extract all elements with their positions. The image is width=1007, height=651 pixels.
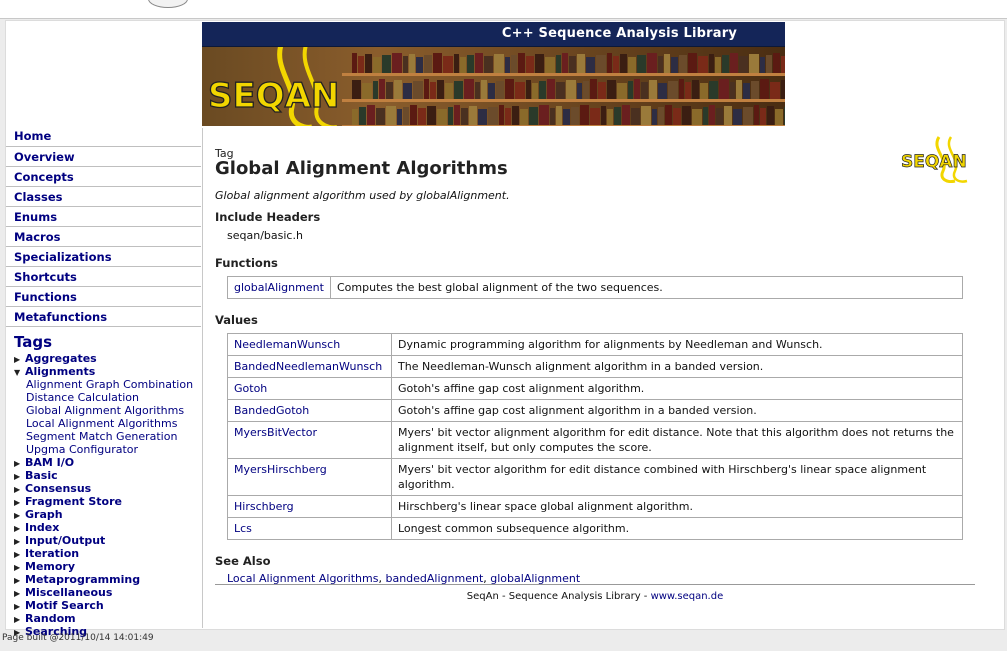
tag-subitem-distance-calculation[interactable]: Distance Calculation: [6, 391, 201, 404]
header-banner: C++ Sequence Analysis Library SEQAN: [202, 22, 785, 126]
value-row-name-cell: NeedlemanWunsch: [227, 333, 392, 356]
tags-heading: Tags: [14, 333, 53, 351]
build-timestamp: Page built @2011/10/14 14:01:49: [2, 633, 154, 643]
value-row-name-cell: Hirschberg: [227, 495, 392, 518]
tag-item-iteration[interactable]: ▶ Iteration: [6, 547, 201, 560]
value-row: Gotoh Gotoh's affine gap cost alignment a…: [227, 377, 963, 400]
column-divider: [202, 128, 203, 628]
nav-item-enums[interactable]: Enums: [6, 208, 201, 227]
tag-item-random[interactable]: ▶ Random: [6, 612, 201, 625]
value-row-name-cell: Gotoh: [227, 377, 392, 400]
nav-item-specializations[interactable]: Specializations: [6, 248, 201, 267]
value-row-description: Longest common subsequence algorithm.: [391, 517, 963, 540]
nav-item-functions[interactable]: Functions: [6, 288, 201, 307]
university-logo-icon: [148, 0, 188, 8]
tag-item-fragment-store[interactable]: ▶ Fragment Store: [6, 495, 201, 508]
see-also-heading: See Also: [215, 554, 271, 568]
page-title: Global Alignment Algorithms: [215, 158, 508, 179]
footer-website-link[interactable]: www.seqan.de: [651, 591, 724, 602]
banner-title: C++ Sequence Analysis Library: [501, 26, 737, 41]
tag-item-bam-i-o[interactable]: ▶ BAM I/O: [6, 456, 201, 469]
value-row-link-gotoh[interactable]: Gotoh: [234, 382, 267, 395]
browser-top-strip: [0, 0, 1007, 19]
nav-item-classes[interactable]: Classes: [6, 188, 201, 207]
tag-item-input-output[interactable]: ▶ Input/Output: [6, 534, 201, 547]
value-row: MyersBitVector Myers' bit vector alignmen…: [227, 421, 963, 459]
value-row-link-lcs[interactable]: Lcs: [234, 522, 252, 535]
footer-divider: [215, 584, 975, 585]
include-header-value: seqan/basic.h: [227, 229, 303, 242]
tag-item-graph[interactable]: ▶ Graph: [6, 508, 201, 521]
nav-item-home[interactable]: Home: [6, 128, 201, 147]
value-row-link-bandedneedlemanwunsch[interactable]: BandedNeedlemanWunsch: [234, 360, 382, 373]
tags-tree: ▶ Aggregates ▼ Alignments Alignment Graph …: [6, 352, 201, 638]
tag-subitem-upgma-configurator[interactable]: Upgma Configurator: [6, 443, 201, 456]
nav-item-shortcuts[interactable]: Shortcuts: [6, 268, 201, 287]
include-headers-heading: Include Headers: [215, 210, 321, 224]
functions-table: globalAlignment Computes the best global …: [227, 276, 963, 299]
tag-item-basic[interactable]: ▶ Basic: [6, 469, 201, 482]
value-row-name-cell: BandedNeedlemanWunsch: [227, 355, 392, 378]
value-row: BandedGotoh Gotoh's affine gap cost align…: [227, 399, 963, 422]
bookshelf-banner-image: SEQAN: [202, 47, 785, 126]
value-row-description: Dynamic programming algorithm for alignm…: [391, 333, 963, 356]
triangle-down-icon: ▼: [14, 368, 21, 377]
tag-item-alignments[interactable]: ▼ Alignments: [6, 365, 201, 378]
value-row-name-cell: Lcs: [227, 517, 392, 540]
tag-subitem-alignment-graph-combination[interactable]: Alignment Graph Combination: [6, 378, 201, 391]
value-row: BandedNeedlemanWunsch The Needleman-Wunsc…: [227, 355, 963, 378]
tag-subitem-local-alignment-algorithms[interactable]: Local Alignment Algorithms: [6, 417, 201, 430]
value-row-description: Gotoh's affine gap cost alignment algori…: [391, 399, 963, 422]
value-row-name-cell: MyersBitVector: [227, 421, 392, 459]
tag-item-consensus[interactable]: ▶ Consensus: [6, 482, 201, 495]
function-row-name-cell: globalAlignment: [227, 276, 331, 299]
value-row-description: Hirschberg's linear space global alignme…: [391, 495, 963, 518]
value-row-name-cell: MyersHirschberg: [227, 458, 392, 496]
value-row: Lcs Longest common subsequence algorithm.: [227, 517, 963, 540]
value-row: Hirschberg Hirschberg's linear space glob…: [227, 495, 963, 518]
tag-item-metaprogramming[interactable]: ▶ Metaprogramming: [6, 573, 201, 586]
tag-item-memory[interactable]: ▶ Memory: [6, 560, 201, 573]
function-row: globalAlignment Computes the best global …: [227, 276, 963, 299]
function-row-link-globalalignment[interactable]: globalAlignment: [234, 281, 324, 294]
main-content: Tag Global Alignment Algorithms Global a…: [215, 147, 975, 585]
function-row-description: Computes the best global alignment of th…: [330, 276, 963, 299]
tag-subitem-segment-match-generation[interactable]: Segment Match Generation: [6, 430, 201, 443]
value-row-description: Myers' bit vector alignment algorithm fo…: [391, 421, 963, 459]
value-row-link-myersbitvector[interactable]: MyersBitVector: [234, 426, 317, 439]
functions-heading: Functions: [215, 256, 278, 270]
nav-item-concepts[interactable]: Concepts: [6, 168, 201, 187]
value-row-description: Gotoh's affine gap cost alignment algori…: [391, 377, 963, 400]
value-row-link-bandedgotoh[interactable]: BandedGotoh: [234, 404, 309, 417]
value-row-description: Myers' bit vector algorithm for edit dis…: [391, 458, 963, 496]
page-frame: C++ Sequence Analysis Library SEQAN Home…: [5, 20, 1005, 638]
nav-item-metafunctions[interactable]: Metafunctions: [6, 308, 201, 327]
sidebar-nav: Home Overview Concepts Classes Enums Macros Sp…: [6, 128, 201, 638]
value-row-name-cell: BandedGotoh: [227, 399, 392, 422]
values-heading: Values: [215, 313, 258, 327]
values-table: NeedlemanWunsch Dynamic programming algor…: [227, 333, 963, 540]
tag-item-aggregates[interactable]: ▶ Aggregates: [6, 352, 201, 365]
page-summary: Global alignment algorithm used by globa…: [215, 189, 510, 202]
footer: SeqAn - Sequence Analysis Library - www.…: [215, 591, 975, 602]
svg-text:SEQAN: SEQAN: [208, 76, 339, 116]
value-row-link-needlemanwunsch[interactable]: NeedlemanWunsch: [234, 338, 340, 351]
value-row: NeedlemanWunsch Dynamic programming algor…: [227, 333, 963, 356]
tag-subitem-global-alignment-algorithms[interactable]: Global Alignment Algorithms: [6, 404, 201, 417]
tag-item-motif-search[interactable]: ▶ Motif Search: [6, 599, 201, 612]
value-row-description: The Needleman-Wunsch alignment algorithm…: [391, 355, 963, 378]
value-row-link-myershirschberg[interactable]: MyersHirschberg: [234, 463, 327, 476]
nav-item-overview[interactable]: Overview: [6, 148, 201, 167]
nav-item-macros[interactable]: Macros: [6, 228, 201, 247]
value-row-link-hirschberg[interactable]: Hirschberg: [234, 500, 294, 513]
banner-title-bar: C++ Sequence Analysis Library: [202, 22, 785, 47]
value-row: MyersHirschberg Myers' bit vector algorit…: [227, 458, 963, 496]
tag-item-index[interactable]: ▶ Index: [6, 521, 201, 534]
tag-item-miscellaneous[interactable]: ▶ Miscellaneous: [6, 586, 201, 599]
footer-text: SeqAn - Sequence Analysis Library -: [466, 591, 651, 602]
